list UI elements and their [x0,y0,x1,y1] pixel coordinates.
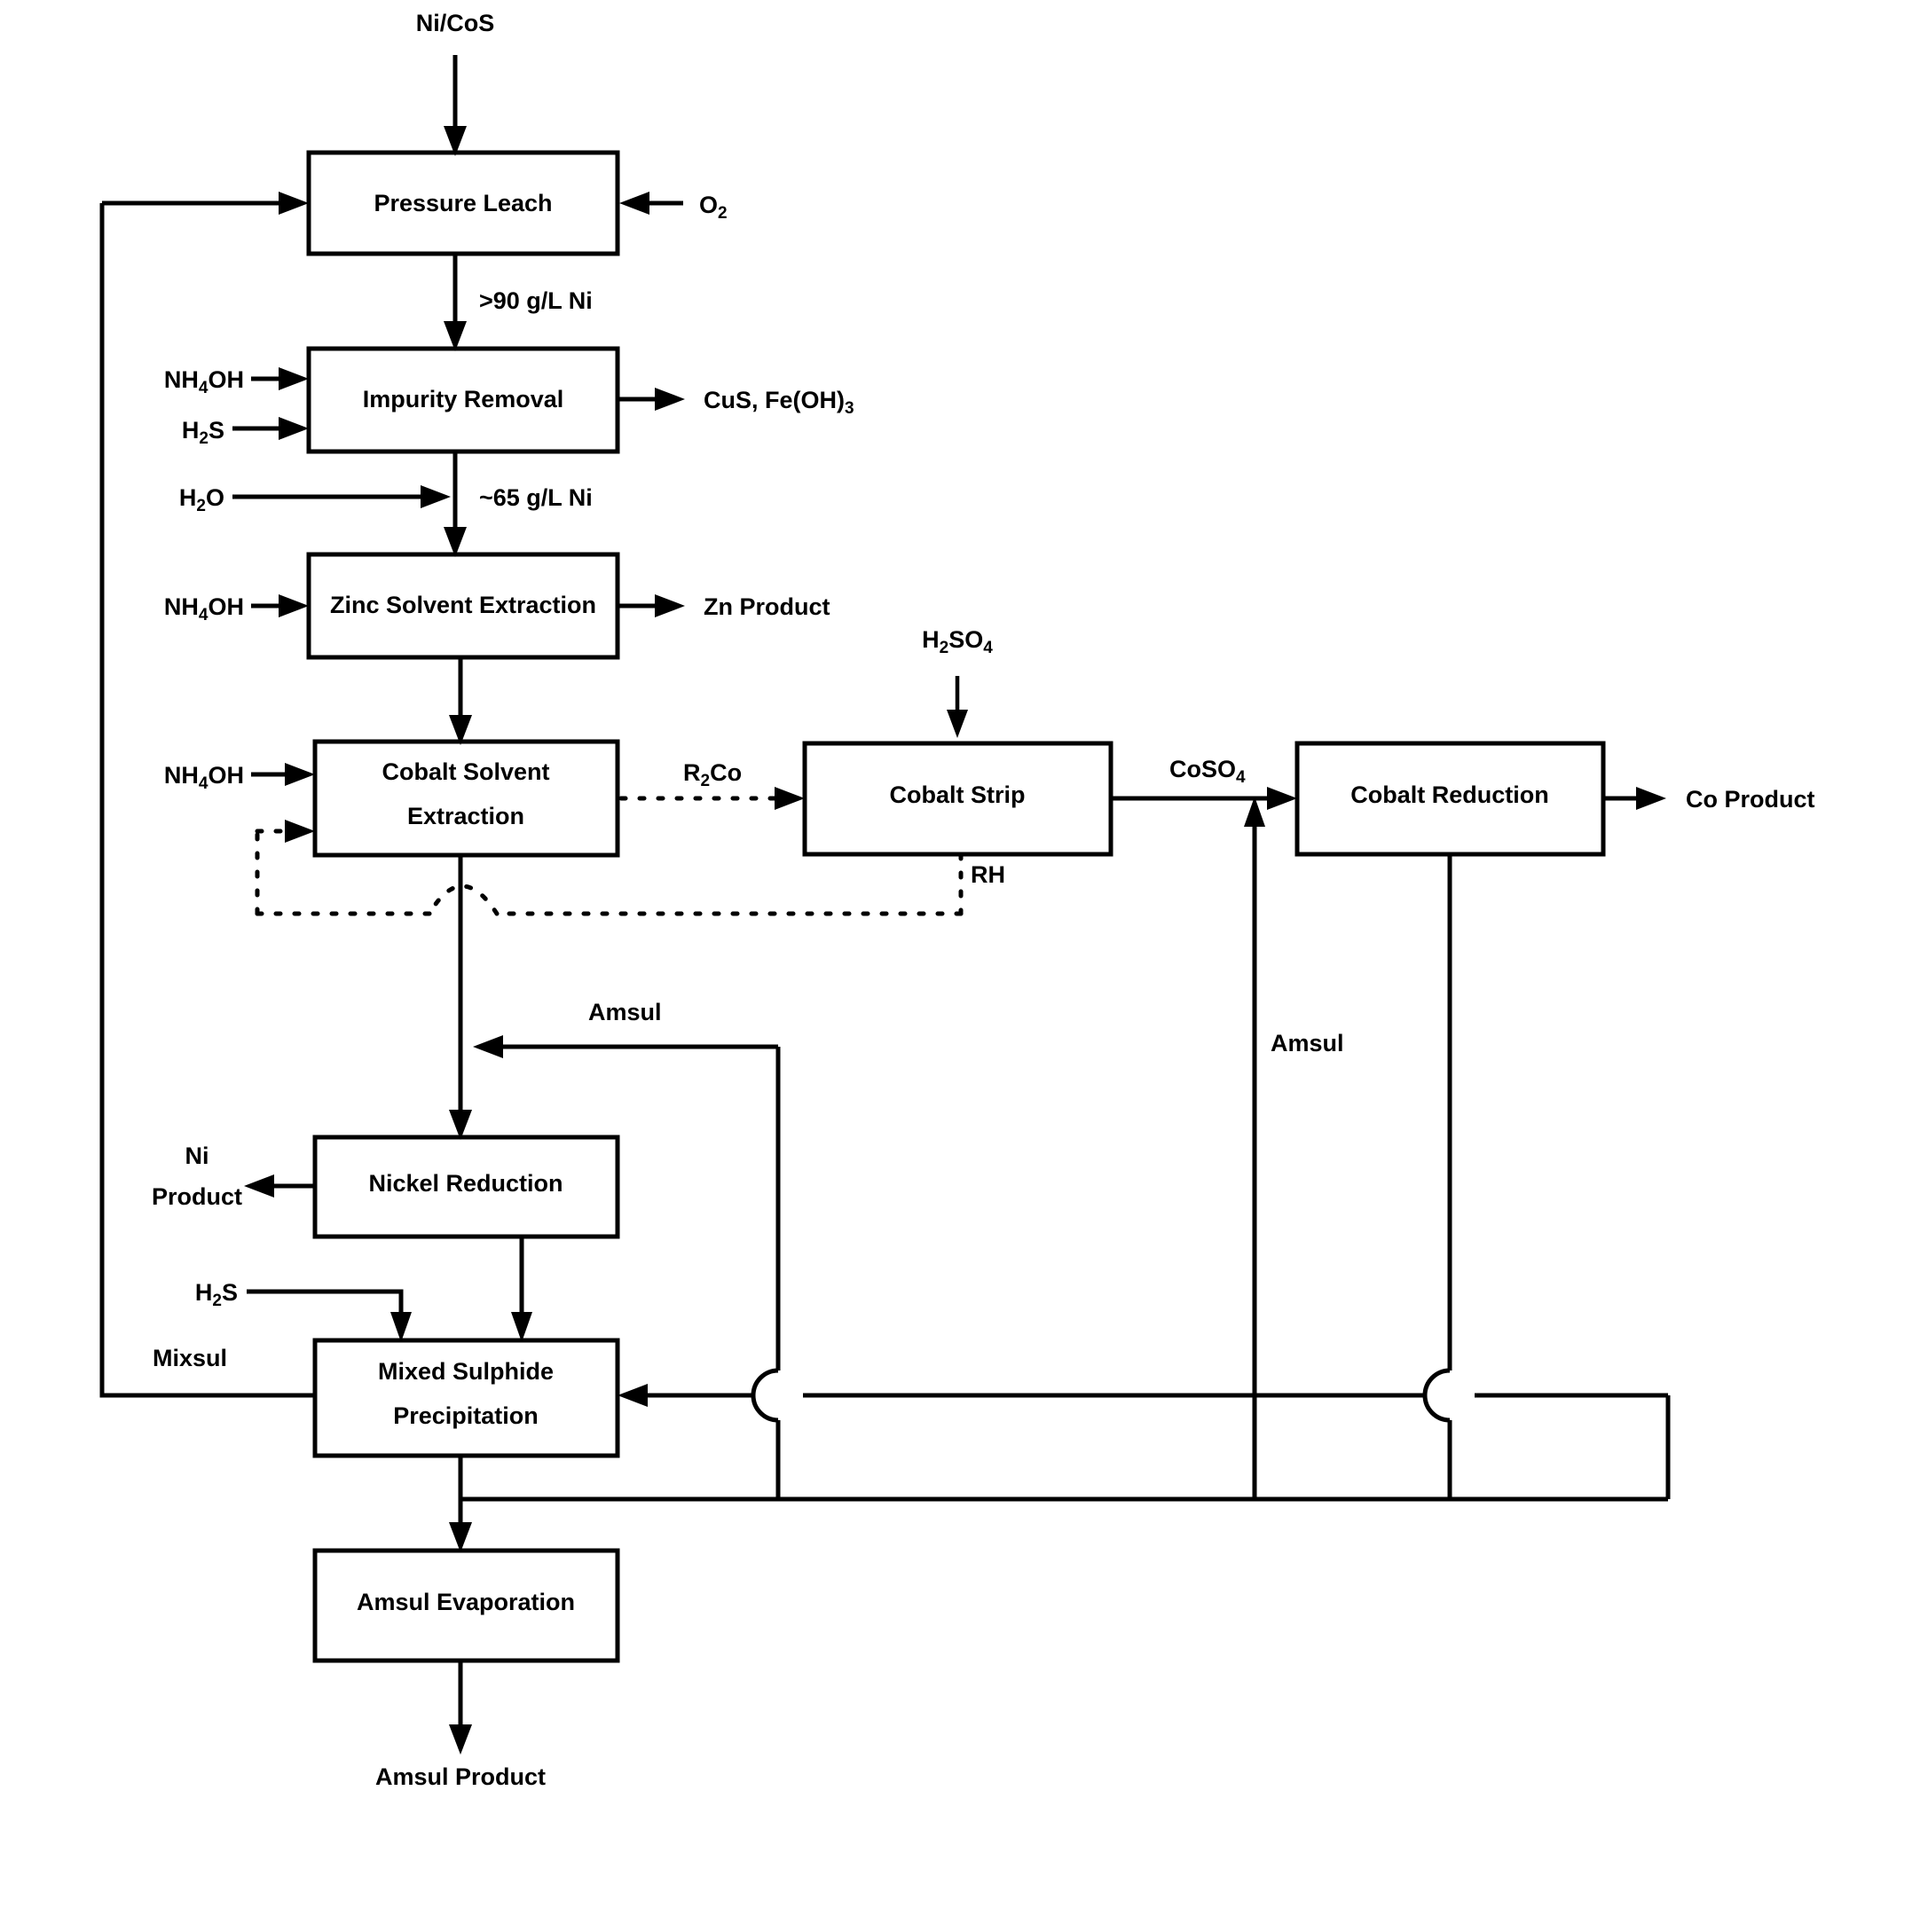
arrow-h2s-to-mixed-sulphide [247,1289,412,1342]
arrow-zinc-sx-to-cobalt-sx [449,657,472,745]
label-h2s-impurity: H2S [182,417,224,448]
label-nh4oh-impurity: NH4OH [164,366,244,397]
arrow-cobalt-reduction-to-co-product [1603,787,1666,810]
box-label-cobalt-sx-line1: Cobalt Solvent [382,758,549,785]
label-cobalt-sulphate: CoSO4 [1169,756,1246,787]
arrow-mixsul-recycle-to-pressure-leach [102,192,309,215]
arrow-cobalt-sx-to-nickel-reduction [449,855,472,1140]
box-cobalt-reduction[interactable]: Cobalt Reduction [1294,741,1606,857]
box-pressure-leach[interactable]: Pressure Leach [306,150,620,256]
box-label-cobalt-sx-line2: Extraction [407,803,524,829]
arrow-zinc-sx-to-zn-product [618,594,685,617]
label-impurity-solids: CuS, Fe(OH)3 [704,387,854,418]
label-organic-cobalt: R2Co [683,759,742,790]
label-mixsul: Mixsul [153,1345,227,1371]
box-label-pressure-leach: Pressure Leach [374,190,552,216]
line-cobalt-reduction-to-mixed-sulphide [1422,854,1452,1499]
label-oxygen: O2 [699,192,728,223]
label-co-product: Co Product [1686,786,1815,813]
box-label-nickel-reduction: Nickel Reduction [368,1170,563,1197]
arrow-nh4oh-to-impurity-removal [251,367,309,390]
arrow-nickel-reduction-to-mixed-sulphide [511,1237,532,1342]
box-label-cobalt-strip: Cobalt Strip [890,781,1026,808]
box-impurity-removal[interactable]: Impurity Removal [306,346,620,454]
arrow-h2s-to-impurity-removal [232,417,309,440]
arrow-oxygen-to-pressure-leach [619,192,683,215]
arrow-mixed-sulphide-to-amsul-evaporation [449,1456,472,1552]
box-label-mixed-sulphide-line1: Mixed Sulphide [378,1358,554,1385]
label-amsul-right: Amsul [1271,1030,1344,1056]
arrow-water-to-zinc-sx-feed [232,485,451,508]
label-nh4oh-zinc: NH4OH [164,593,244,624]
box-mixed-sulphide-precipitation[interactable]: Mixed Sulphide Precipitation [312,1338,620,1458]
line-amsul-left-recycle-vertical [751,1047,781,1499]
arrow-impurity-removal-to-solids [618,388,685,411]
label-ni-product-line1: Ni [185,1143,209,1169]
box-cobalt-solvent-extraction[interactable]: Cobalt Solvent Extraction [312,739,620,858]
box-label-impurity-removal: Impurity Removal [363,386,564,412]
label-stripped-organic: RH [971,861,1005,888]
arrow-pressure-leach-to-impurity-removal [444,254,467,351]
box-label-cobalt-reduction: Cobalt Reduction [1350,781,1549,808]
box-label-zinc-sx: Zinc Solvent Extraction [330,592,596,618]
box-label-mixed-sulphide-line2: Precipitation [393,1402,539,1429]
label-water: H2O [179,484,224,515]
line-bottom-recycle-collector [460,1395,1671,1502]
label-amsul-left: Amsul [588,999,662,1025]
arrow-nh4oh-to-cobalt-sx [251,763,315,786]
label-feed: Ni/CoS [416,10,495,36]
label-ni-product-line2: Product [152,1183,242,1210]
arrow-feed-to-pressure-leach [444,55,467,156]
label-ni-low: ~65 g/L Ni [479,484,593,511]
box-cobalt-strip[interactable]: Cobalt Strip [802,741,1113,857]
label-nh4oh-cobalt: NH4OH [164,762,244,793]
dotted-arrow-cobalt-sx-to-cobalt-strip [618,787,805,810]
box-label-amsul-evaporation: Amsul Evaporation [357,1589,575,1615]
arrow-recycle-into-mixed-sulphide [618,1384,1668,1407]
process-flow-diagram: Pressure Leach Impurity Removal Zinc Sol… [0,0,1920,1932]
arrow-nickel-reduction-to-ni-product [244,1174,315,1198]
arrow-h2so4-to-cobalt-strip [947,676,968,738]
label-amsul-product: Amsul Product [375,1763,546,1790]
box-nickel-reduction[interactable]: Nickel Reduction [312,1135,620,1239]
flowsheet-canvas: Pressure Leach Impurity Removal Zinc Sol… [99,10,1815,1790]
arrow-cobalt-strip-to-cobalt-reduction [1111,787,1297,810]
arrow-impurity-removal-to-zinc-sx [444,452,467,557]
label-sulphuric-acid: H2SO4 [922,626,993,657]
box-zinc-solvent-extraction[interactable]: Zinc Solvent Extraction [306,552,620,660]
arrow-amsul-left-recycle-to-cobalt-sx-outlet [473,1035,778,1058]
arrow-nh4oh-to-zinc-sx [251,594,309,617]
label-zn-product: Zn Product [704,593,830,620]
arrow-amsul-evaporation-to-amsul-product [449,1661,472,1755]
box-amsul-evaporation[interactable]: Amsul Evaporation [312,1548,620,1663]
label-ni-high: >90 g/L Ni [479,287,593,314]
label-h2s-mixed-sulphide: H2S [195,1279,238,1310]
